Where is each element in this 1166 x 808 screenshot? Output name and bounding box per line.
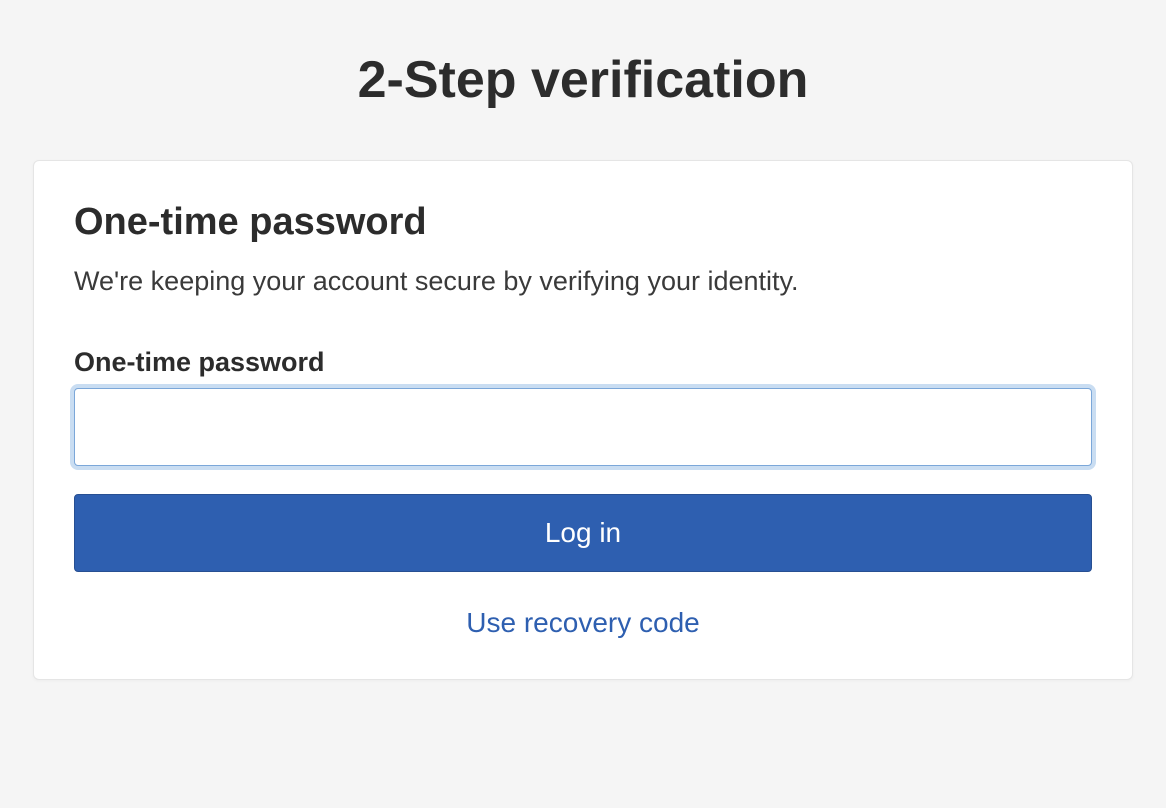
- card-description: We're keeping your account secure by ver…: [74, 266, 1092, 297]
- otp-input[interactable]: [74, 388, 1092, 466]
- page-title: 2-Step verification: [33, 50, 1133, 110]
- verification-card: One-time password We're keeping your acc…: [33, 160, 1133, 680]
- otp-label: One-time password: [74, 347, 1092, 378]
- login-button[interactable]: Log in: [74, 494, 1092, 572]
- card-title: One-time password: [74, 201, 1092, 244]
- recovery-code-link[interactable]: Use recovery code: [466, 607, 699, 638]
